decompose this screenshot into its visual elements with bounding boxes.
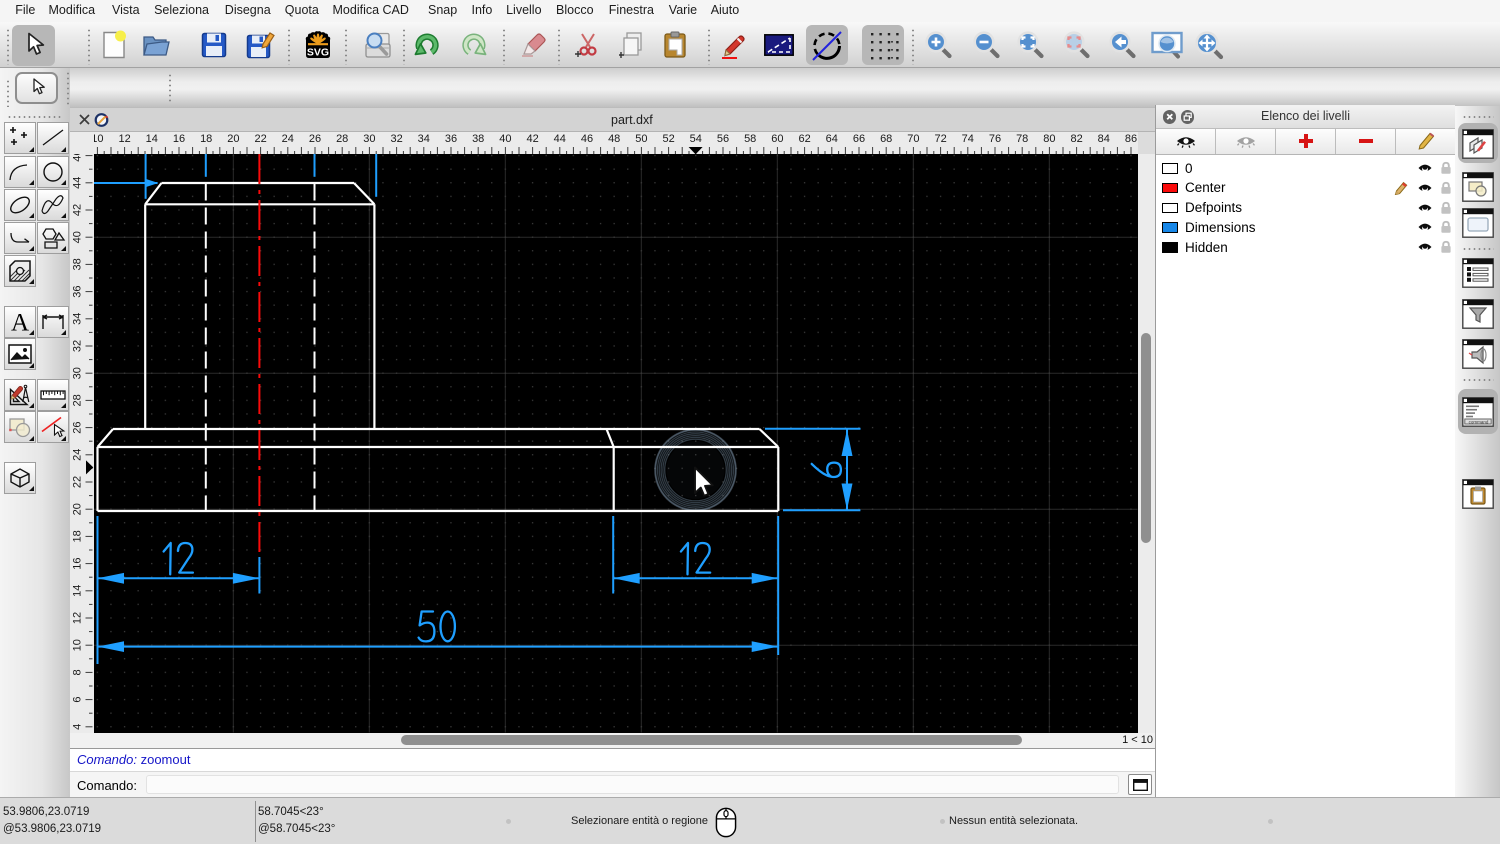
svg-text:44: 44 [72,177,84,189]
svg-text:68: 68 [880,133,892,145]
svg-text:28: 28 [336,133,348,145]
svg-text:16: 16 [173,133,185,145]
svg-text:16: 16 [72,557,84,569]
svg-text:38: 38 [72,258,84,270]
svg-text:74: 74 [962,133,974,145]
svg-text:SVG: SVG [307,47,329,59]
svg-text:44: 44 [554,133,566,145]
svg-text:72: 72 [934,133,946,145]
svg-text:48: 48 [608,133,620,145]
svg-text:6: 6 [72,697,84,703]
svg-text:18: 18 [72,530,84,542]
svg-text:20: 20 [227,133,239,145]
svg-text:10: 10 [94,133,104,145]
svg-text:46: 46 [581,133,593,145]
svg-text:12: 12 [118,133,130,145]
svg-text:50: 50 [635,133,647,145]
svg-text:command: command [1468,419,1488,424]
svg-text:18: 18 [200,133,212,145]
svg-text:86: 86 [1125,133,1137,145]
svg-text:24: 24 [282,133,294,145]
svg-text:42: 42 [72,204,84,216]
svg-text:24: 24 [72,449,84,461]
svg-text:32: 32 [72,340,84,352]
svg-text:36: 36 [445,133,457,145]
svg-text:26: 26 [72,421,84,433]
svg-text:60: 60 [771,133,783,145]
svg-text:46: 46 [72,154,84,162]
svg-text:34: 34 [72,313,84,325]
svg-text:22: 22 [254,133,266,145]
svg-text:14: 14 [146,133,158,145]
svg-text:66: 66 [853,133,865,145]
svg-text:30: 30 [363,133,375,145]
svg-text:12: 12 [72,612,84,624]
svg-text:76: 76 [989,133,1001,145]
svg-text:10: 10 [72,639,84,651]
svg-text:62: 62 [798,133,810,145]
svg-text:42: 42 [526,133,538,145]
svg-text:14: 14 [72,585,84,597]
svg-text:20: 20 [72,503,84,515]
svg-text:32: 32 [390,133,402,145]
svg-text:30: 30 [72,367,84,379]
svg-text:A: A [11,309,29,335]
svg-text:38: 38 [472,133,484,145]
svg-text:22: 22 [72,476,84,488]
svg-text:78: 78 [1016,133,1028,145]
svg-text:80: 80 [1043,133,1055,145]
svg-text:54: 54 [690,133,702,145]
svg-text:28: 28 [72,394,84,406]
svg-text:34: 34 [418,133,430,145]
svg-text:84: 84 [1098,133,1110,145]
svg-text:58: 58 [744,133,756,145]
svg-text:40: 40 [499,133,511,145]
svg-text:36: 36 [72,285,84,297]
svg-text:4: 4 [72,724,84,730]
svg-text:70: 70 [907,133,919,145]
svg-text:64: 64 [826,133,838,145]
svg-text:40: 40 [72,231,84,243]
svg-text:8: 8 [72,669,84,675]
svg-text:26: 26 [309,133,321,145]
svg-text:56: 56 [717,133,729,145]
svg-text:52: 52 [662,133,674,145]
svg-text:82: 82 [1070,133,1082,145]
